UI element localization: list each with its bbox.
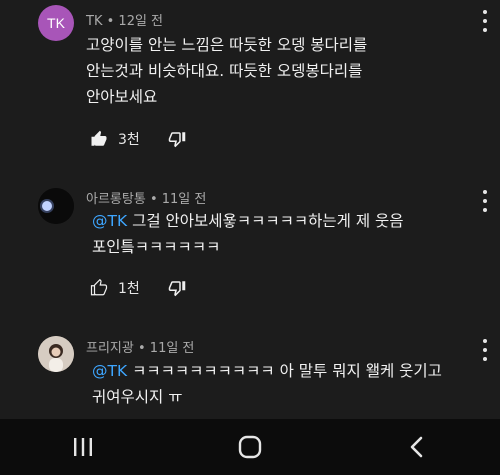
- avatar[interactable]: [38, 188, 74, 224]
- avatar[interactable]: [38, 336, 74, 372]
- comment-line: @TK ㅋㅋㅋㅋㅋㅋㅋㅋㅋㅋ 아 말투 뭐지 왤케 웃기고: [92, 358, 442, 384]
- author-name[interactable]: 프리지광: [86, 341, 134, 356]
- more-vert-icon[interactable]: [482, 339, 488, 361]
- meta-separator: •: [106, 14, 115, 29]
- thumbs-up-icon[interactable]: [88, 277, 110, 299]
- thumbs-down-icon[interactable]: [166, 277, 188, 299]
- meta-separator: •: [149, 192, 158, 207]
- comment-line-text: ㅋㅋㅋㅋㅋㅋㅋㅋㅋㅋ 아 말투 뭐지 왤케 웃기고: [132, 362, 442, 380]
- comment-line: @TK 그걸 안아보세욯ㅋㅋㅋㅋㅋ하는게 제 웃음: [92, 208, 404, 234]
- comment-actions: 3천: [88, 127, 188, 151]
- thumbs-down-icon[interactable]: [166, 128, 188, 150]
- author-name[interactable]: TK: [86, 14, 102, 29]
- comment-time: 12일 전: [118, 14, 164, 29]
- navigation-bar: [0, 419, 500, 475]
- comment-line: 안는것과 비슷하대요. 따듯한 오뎅봉다리를: [86, 62, 363, 80]
- comment-time: 11일 전: [149, 341, 195, 356]
- comment-meta: TK • 12일 전: [86, 10, 163, 29]
- like-count: 1천: [118, 281, 140, 297]
- like-count: 3천: [118, 132, 140, 148]
- meta-separator: •: [137, 341, 146, 356]
- comment-line: 포인틐ㅋㅋㅋㅋㅋㅋ: [92, 238, 221, 256]
- comment-time: 11일 전: [161, 192, 207, 207]
- more-vert-icon[interactable]: [482, 10, 488, 32]
- comment-actions: 1천: [88, 276, 188, 300]
- comment-line: 귀여우시지 ㅠ: [92, 388, 183, 406]
- home-icon[interactable]: [220, 427, 280, 467]
- avatar[interactable]: TK: [38, 5, 74, 41]
- comment-meta: 프리지광 • 11일 전: [86, 337, 194, 356]
- comment-line-text: 그걸 안아보세욯ㅋㅋㅋㅋㅋ하는게 제 웃음: [132, 212, 404, 230]
- avatar-initials: TK: [47, 15, 65, 31]
- thumbs-up-icon[interactable]: [88, 128, 110, 150]
- avatar-image: [38, 336, 74, 372]
- comment-line: 고양이를 안는 느낌은 따듯한 오뎅 봉다리를: [86, 36, 368, 54]
- recent-apps-icon[interactable]: [53, 427, 113, 467]
- avatar-image: [38, 188, 74, 224]
- back-icon[interactable]: [387, 427, 447, 467]
- comment-text: 고양이를 안는 느낌은 따듯한 오뎅 봉다리를 안는것과 비슷하대요. 따듯한 …: [86, 32, 367, 110]
- mention-link[interactable]: @TK: [92, 212, 127, 230]
- comment-text: @TK ㅋㅋㅋㅋㅋㅋㅋㅋㅋㅋ 아 말투 뭐지 왤케 웃기고 귀여우시지 ㅠ: [92, 358, 442, 410]
- more-vert-icon[interactable]: [482, 190, 488, 212]
- comment-line: 안아보세요: [86, 88, 158, 106]
- author-name[interactable]: 아르롱탕통: [86, 192, 146, 207]
- mention-link[interactable]: @TK: [92, 362, 127, 380]
- comment-text: @TK 그걸 안아보세욯ㅋㅋㅋㅋㅋ하는게 제 웃음 포인틐ㅋㅋㅋㅋㅋㅋ: [92, 208, 404, 260]
- comment-meta: 아르롱탕통 • 11일 전: [86, 188, 206, 207]
